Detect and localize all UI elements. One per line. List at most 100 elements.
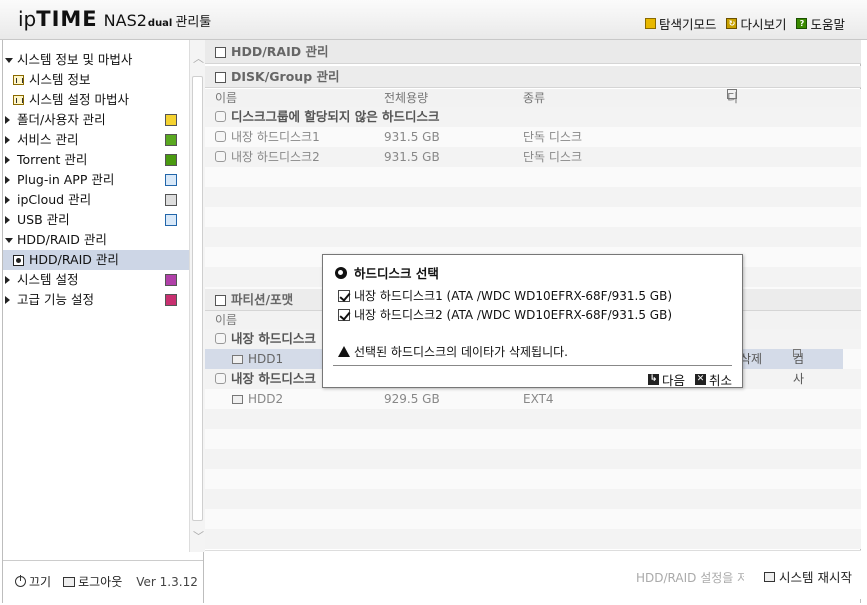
service-icon [165, 134, 177, 146]
sidebar-item-system-info[interactable]: 시스템 정보 [3, 70, 189, 90]
logout-icon [63, 576, 76, 587]
sidebar-item-label: HDD/RAID 관리 [17, 232, 107, 247]
sidebar-item-label: Torrent 관리 [17, 152, 88, 167]
logout-label: 로그아웃 [78, 575, 123, 589]
chevron-right-icon [5, 196, 10, 204]
scrollbar-thumb[interactable] [192, 76, 203, 521]
sidebar-item-label: 시스템 설정 마법사 [29, 92, 129, 107]
sidebar-item-service[interactable]: 서비스 관리 [3, 130, 189, 150]
chevron-down-icon [5, 58, 13, 63]
disk-select-dialog: 하드디스크 선택 내장 하드디스크1 (ATA /WDC WD10EFRX-68… [322, 254, 743, 388]
main-footer: HDD/RAID 설정을 저장 시스템 재시작 [205, 550, 861, 599]
power-icon [15, 575, 26, 587]
logo-dual: dual [147, 18, 173, 29]
group-label: 내장 하드디스크 [231, 371, 316, 386]
unassigned-group-row[interactable]: 디스크그룹에 할당되지 않은 하드디스크 [205, 107, 861, 127]
disk-stack-icon [215, 111, 226, 122]
page-title-text: HDD/RAID 관리 [231, 44, 329, 59]
next-icon: ↳ [647, 374, 659, 385]
sidebar-item-label: 시스템 정보 및 마법사 [17, 52, 133, 67]
warning-icon [338, 346, 350, 357]
chevron-right-icon [5, 276, 10, 284]
checkbox-checked-icon[interactable] [338, 308, 350, 321]
sidebar-item-advanced[interactable]: 고급 기능 설정 [3, 290, 189, 310]
sidebar-item-label: 폴더/사용자 관리 [17, 112, 106, 127]
table-row[interactable]: 내장 하드디스크2 931.5 GB 단독 디스크 [205, 147, 861, 167]
sidebar-item-usb[interactable]: USB 관리 [3, 210, 189, 230]
partition-fs: EXT4 [523, 392, 554, 406]
partition-icon [215, 295, 226, 306]
checkbox-checked-icon[interactable] [338, 289, 350, 302]
plugin-icon [165, 174, 177, 186]
sidebar-item-ipcloud[interactable]: ipCloud 관리 [3, 190, 189, 210]
sidebar-item-label: 고급 기능 설정 [17, 292, 94, 307]
sidebar-item-plugin-app[interactable]: Plug-in APP 관리 [3, 170, 189, 190]
cancel-label: 취소 [708, 373, 732, 388]
cancel-button[interactable]: ✕ 취소 [694, 370, 732, 389]
disk2-label: 내장 하드디스크2 (ATA /WDC WD10EFRX-68F/931.5 G… [354, 308, 673, 322]
sidebar-scrollbar[interactable]: ︿ ﹀ [189, 40, 205, 552]
col-name: 이름 [215, 313, 238, 327]
chevron-right-icon [5, 216, 10, 224]
sidebar-item-torrent[interactable]: Torrent 관리 [3, 150, 189, 170]
chart-icon [13, 95, 24, 105]
table-row[interactable]: 내장 하드디스크1 931.5 GB 단독 디스크 [205, 127, 861, 147]
sidebar-item-label: 시스템 정보 [29, 72, 91, 87]
app-logo: ip TIME NAS2 dual 관리툴 [18, 7, 211, 33]
logout-button[interactable]: 로그아웃 [63, 573, 122, 590]
disk1-checkbox[interactable]: 내장 하드디스크1 (ATA /WDC WD10EFRX-68F/931.5 G… [338, 287, 672, 304]
col-type: 종류 [523, 91, 546, 105]
sidebar: 시스템 정보 및 마법사 시스템 정보 시스템 설정 마법사 폴더/사용자 관리… [2, 40, 205, 603]
restart-label: 시스템 재시작 [779, 570, 852, 585]
explorer-mode-link[interactable]: 탐색기모드 [644, 14, 716, 33]
hdd-icon [232, 395, 243, 404]
partition-name: HDD2 [248, 392, 284, 406]
disk2-checkbox[interactable]: 내장 하드디스크2 (ATA /WDC WD10EFRX-68F/931.5 G… [338, 306, 672, 323]
next-button[interactable]: ↳ 다음 [647, 370, 685, 389]
disk-group-icon [215, 72, 226, 83]
chevron-right-icon [5, 116, 10, 124]
chevron-right-icon [5, 176, 10, 184]
logo-nas: NAS2 [103, 11, 147, 30]
sidebar-item-setup-wizard[interactable]: 시스템 설정 마법사 [3, 90, 189, 110]
top-links: 탐색기모드 ↻ 다시보기 ? 도움말 [644, 14, 845, 33]
chevron-down-icon [5, 238, 13, 243]
group-label: 내장 하드디스크 [231, 331, 316, 346]
torrent-icon [165, 154, 177, 166]
warning-text: 선택된 하드디스크의 데이타가 삭제됩니다. [354, 345, 568, 359]
system-restart-button[interactable]: 시스템 재시작 [764, 567, 852, 586]
top-bar: ip TIME NAS2 dual 관리툴 탐색기모드 ↻ 다시보기 ? 도움말 [0, 0, 867, 40]
page-title: HDD/RAID 관리 [205, 40, 861, 64]
dialog-buttons: ↳ 다음 ✕ 취소 [647, 370, 732, 389]
dialog-divider [333, 365, 732, 366]
partition-row-hdd2[interactable]: HDD2 929.5 GB EXT4 [205, 389, 861, 409]
delete-partition-button[interactable]: 삭제 [740, 349, 762, 369]
disk-group-header: DISK/Group 관리 [205, 66, 861, 88]
sidebar-tree: 시스템 정보 및 마법사 시스템 정보 시스템 설정 마법사 폴더/사용자 관리… [3, 50, 189, 310]
cloud-icon [165, 194, 177, 206]
version-text: Ver 1.3.12 [136, 574, 198, 589]
sidebar-item-folder-user[interactable]: 폴더/사용자 관리 [3, 110, 189, 130]
logo-time: TIME [36, 7, 98, 31]
chevron-right-icon [5, 136, 10, 144]
refresh-link[interactable]: ↻ 다시보기 [726, 14, 786, 33]
scroll-down-icon[interactable]: ﹀ [193, 531, 204, 542]
disk-icon [335, 266, 347, 279]
help-link[interactable]: ? 도움말 [796, 14, 845, 33]
disk-name: 내장 하드디스크2 [231, 150, 320, 164]
sidebar-item-system-info-wizard[interactable]: 시스템 정보 및 마법사 [3, 50, 189, 70]
restart-icon [764, 571, 775, 582]
chevron-right-icon [5, 156, 10, 164]
sidebar-item-label: 시스템 설정 [17, 272, 79, 287]
sidebar-item-hdd-raid[interactable]: HDD/RAID 관리 [3, 250, 189, 270]
explorer-icon [644, 18, 656, 29]
hdd-icon [232, 355, 243, 364]
sidebar-item-system-settings[interactable]: 시스템 설정 [3, 270, 189, 290]
logo-tool: 관리툴 [175, 15, 212, 30]
sidebar-item-label: HDD/RAID 관리 [29, 252, 119, 267]
chevron-right-icon [5, 296, 10, 304]
scroll-up-icon[interactable]: ︿ [193, 53, 204, 64]
sidebar-item-hdd-raid-group[interactable]: HDD/RAID 관리 [3, 230, 189, 250]
col-capacity: 전체용량 [384, 91, 429, 105]
power-off-button[interactable]: 끄기 [15, 573, 51, 590]
